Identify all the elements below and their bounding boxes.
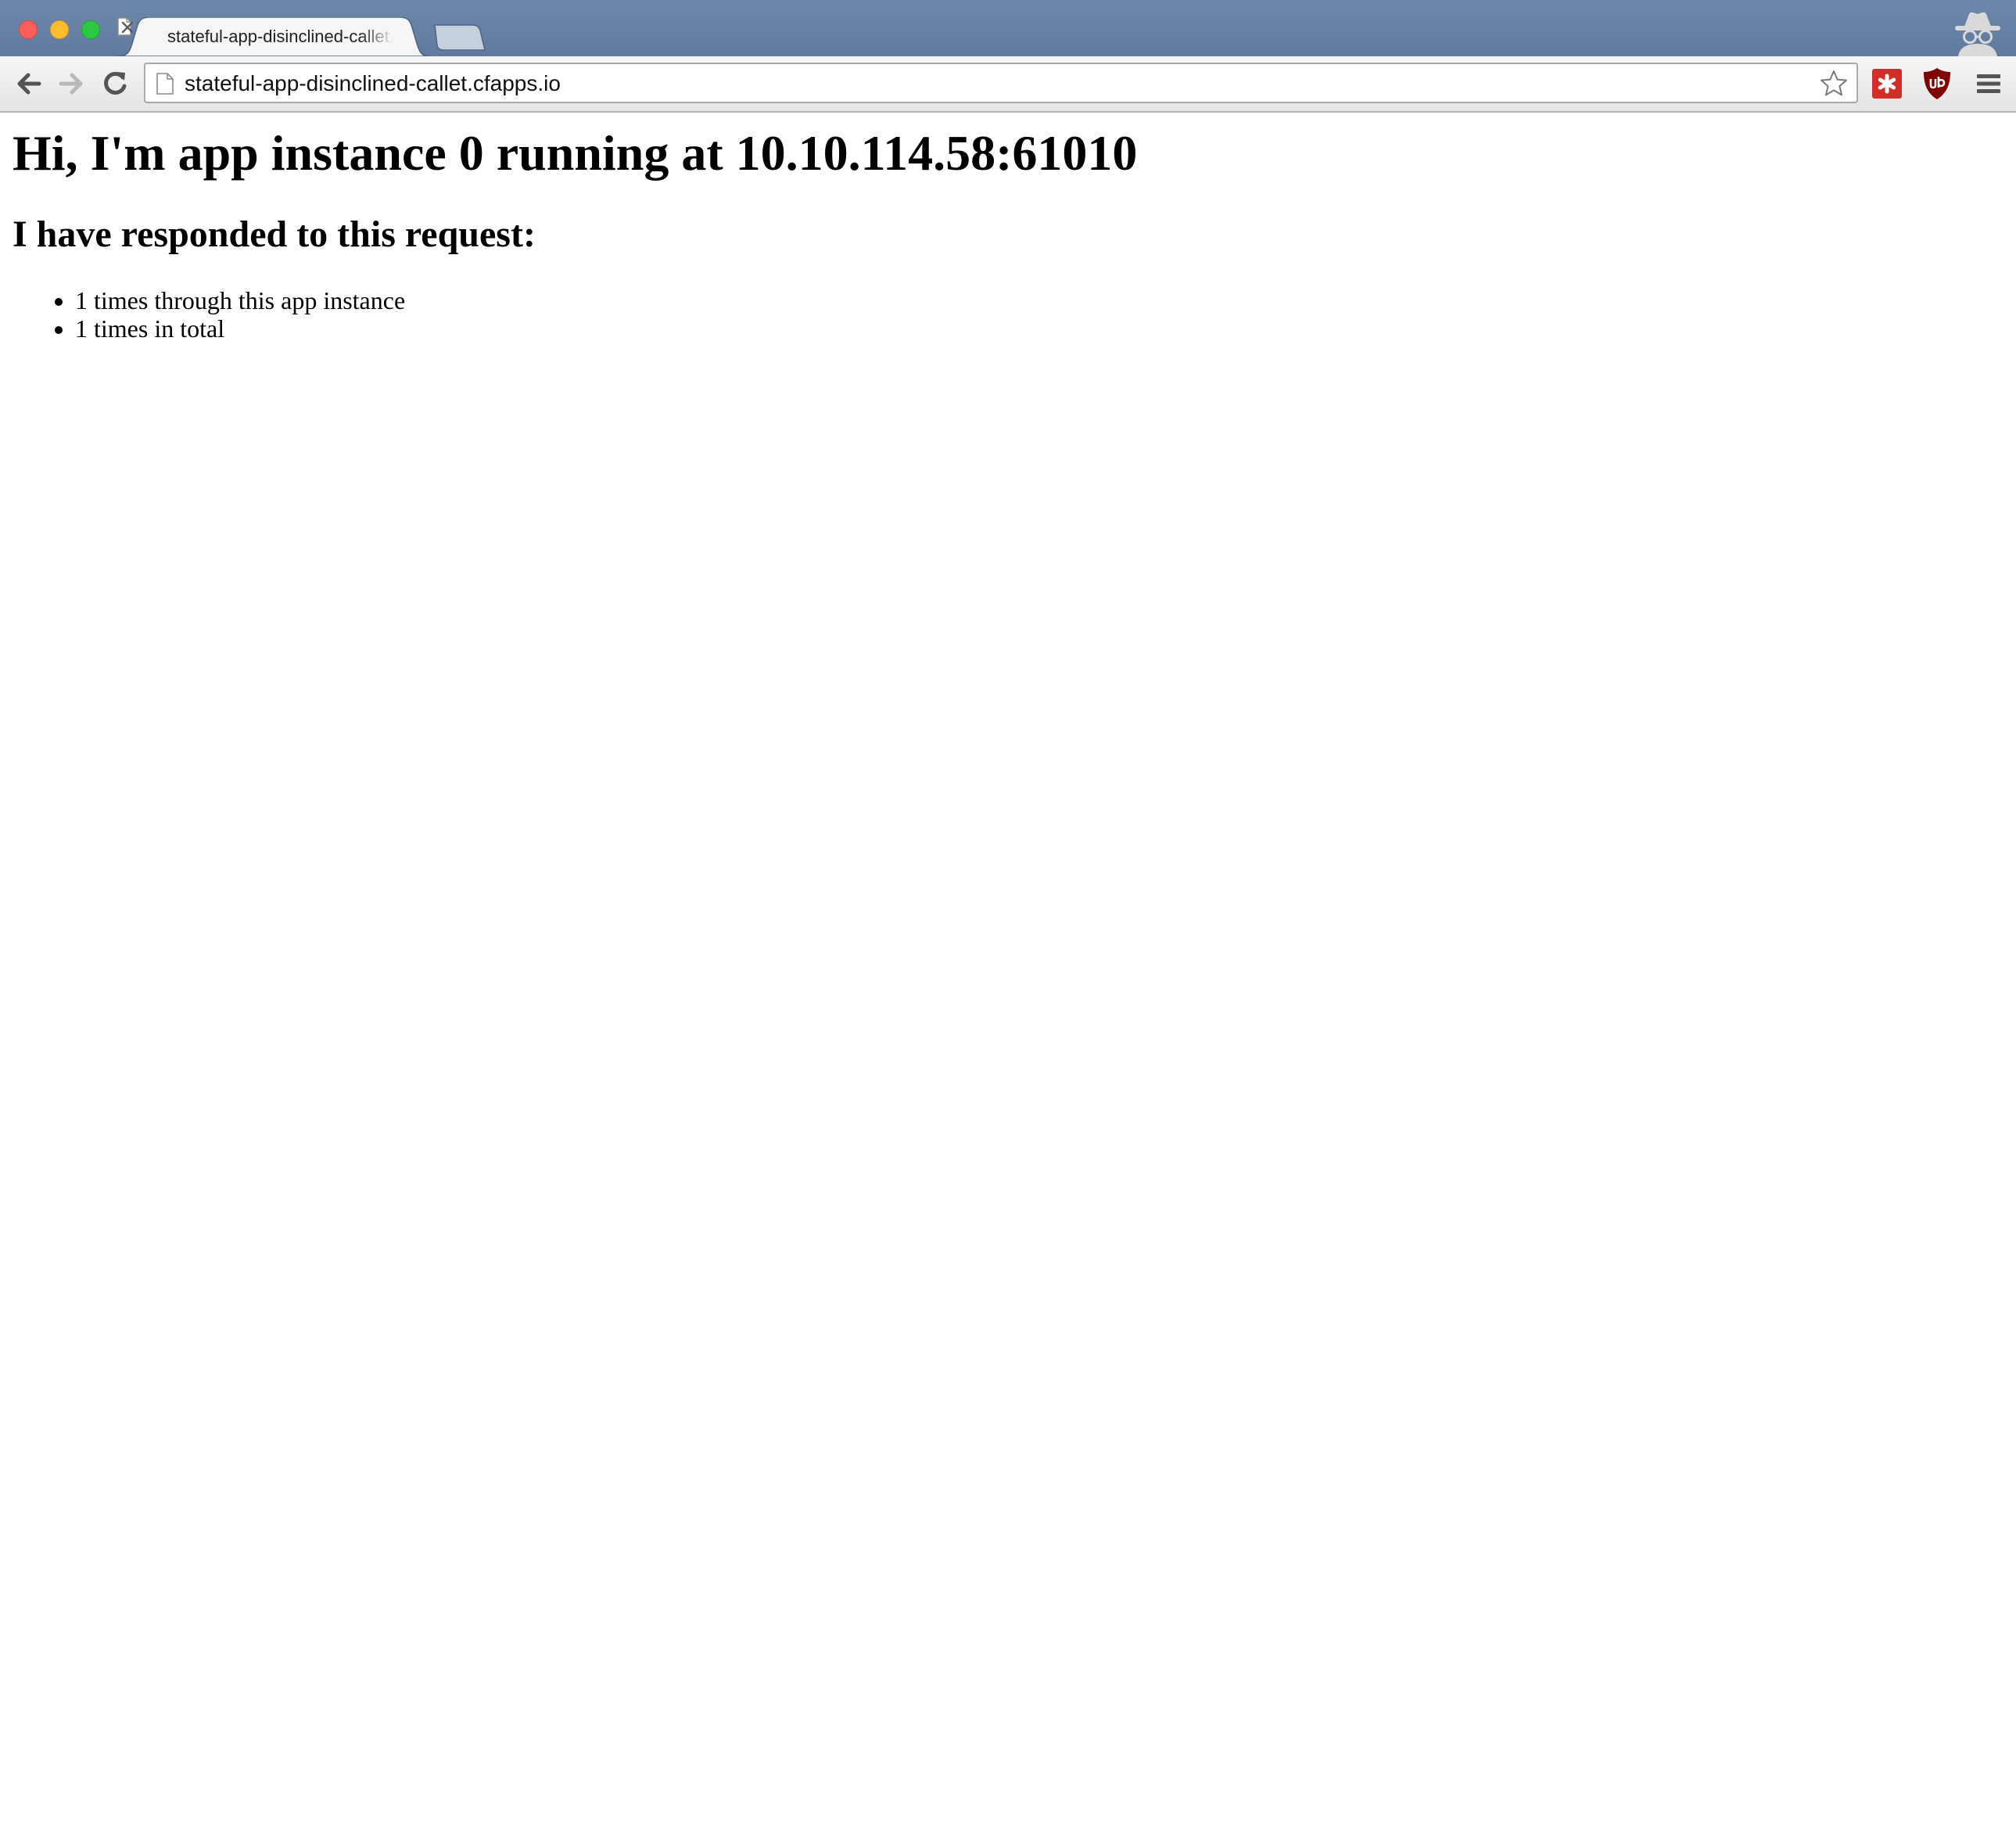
window-titlebar: stateful-app-disinclined-callet.cfapps.i… [0, 0, 2016, 56]
reload-icon[interactable] [97, 66, 133, 102]
ublock-origin-icon[interactable] [1922, 67, 1952, 100]
address-bar[interactable]: stateful-app-disinclined-callet.cfapps.i… [144, 63, 1858, 103]
back-arrow-icon[interactable] [11, 66, 47, 102]
page-subtitle: I have responded to this request: [13, 214, 536, 255]
window-close-button[interactable] [19, 20, 38, 39]
incognito-icon [1955, 12, 2000, 56]
page-icon [156, 73, 174, 95]
new-tab-button[interactable] [432, 23, 486, 52]
star-icon[interactable] [1819, 69, 1849, 99]
list-item: 1 times through this app instance [75, 286, 405, 314]
page-viewport: Hi, I'm app instance 0 running at 10.10.… [0, 113, 2016, 1835]
close-icon[interactable] [117, 17, 138, 38]
request-stats-list: 1 times through this app instance 1 time… [13, 286, 405, 343]
hamburger-menu-icon[interactable] [1975, 70, 2002, 97]
lastpass-icon[interactable] [1872, 69, 1902, 99]
list-item: 1 times in total [75, 314, 405, 343]
address-bar-url[interactable]: stateful-app-disinclined-callet.cfapps.i… [185, 71, 561, 96]
window-minimize-button[interactable] [50, 20, 69, 39]
browser-toolbar: stateful-app-disinclined-callet.cfapps.i… [0, 56, 2016, 113]
window-maximize-button[interactable] [81, 20, 100, 39]
page-title: Hi, I'm app instance 0 running at 10.10.… [13, 125, 1138, 181]
tab-active[interactable]: stateful-app-disinclined-callet.cfapps.i… [117, 17, 430, 56]
tab-title: stateful-app-disinclined-callet.cfapps.i… [167, 27, 394, 46]
forward-arrow-icon[interactable] [53, 66, 89, 102]
